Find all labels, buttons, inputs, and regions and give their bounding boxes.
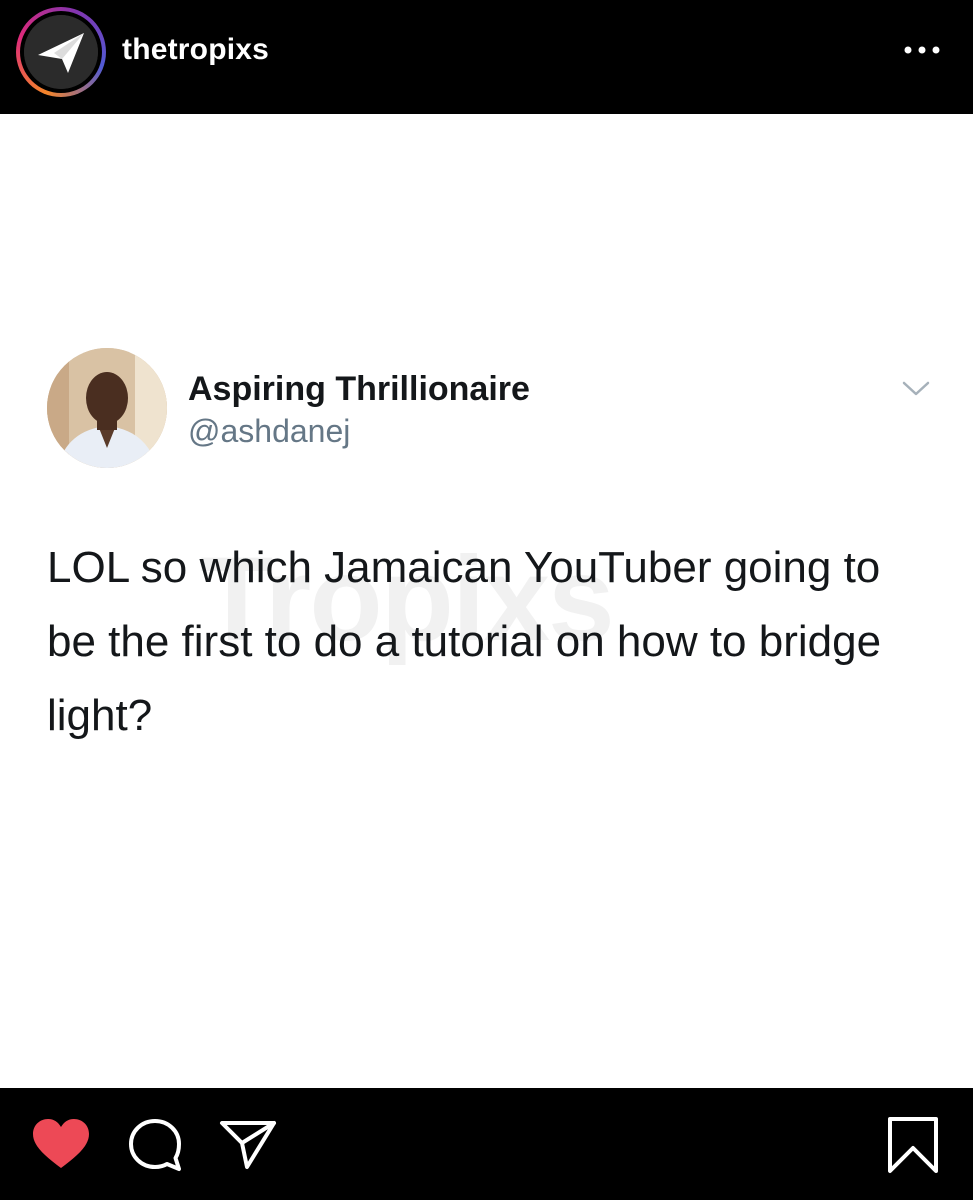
instagram-post-view: thetropixs Tropixs Aspiring Thrillionair…: [0, 0, 973, 1200]
post-header: thetropixs: [0, 0, 973, 114]
chevron-down-icon: [902, 381, 930, 396]
heart-icon[interactable]: [31, 1118, 91, 1170]
tweet-display-name: Aspiring Thrillionaire: [188, 370, 530, 408]
bookmark-icon[interactable]: [886, 1116, 940, 1174]
story-ring-gap: [20, 11, 102, 93]
story-ring[interactable]: [16, 7, 106, 97]
header-username[interactable]: thetropixs: [122, 32, 269, 68]
comment-icon[interactable]: [127, 1117, 183, 1173]
profile-avatar[interactable]: [24, 15, 98, 89]
more-dots-icon[interactable]: [902, 42, 942, 58]
tweet-text: LOL so which Jamaican YouTuber going to …: [47, 543, 882, 740]
action-bar: [0, 1088, 973, 1200]
paper-plane-logo-icon: [24, 15, 98, 89]
post-image[interactable]: Tropixs Aspiring Thrillionaire @ashdanej…: [0, 114, 973, 1088]
tweet-avatar: [47, 348, 167, 468]
tweet-handle: @ashdanej: [188, 413, 351, 449]
send-icon[interactable]: [219, 1119, 277, 1171]
person-avatar-icon: [47, 348, 167, 468]
